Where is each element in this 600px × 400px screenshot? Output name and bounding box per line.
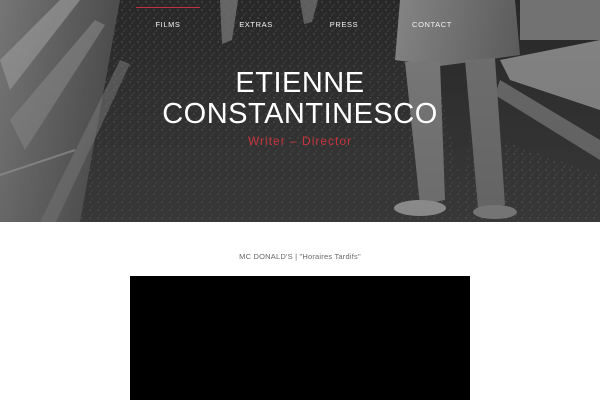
site-subtitle: Writer – Director — [247, 134, 353, 148]
film-caption: MC DONALD'S | "Horaires Tardifs" — [239, 252, 361, 261]
main-nav: FILMS EXTRAS PRESS CONTACT — [0, 0, 600, 40]
nav-item-press[interactable]: PRESS — [322, 0, 366, 40]
nav-item-contact[interactable]: CONTACT — [410, 0, 454, 40]
hero-banner: FILMS EXTRAS PRESS CONTACT ETIENNE CONST… — [0, 0, 600, 222]
site-title-first-name: ETIENNE — [235, 67, 365, 99]
nav-item-extras[interactable]: EXTRAS — [234, 0, 278, 40]
video-player[interactable] — [130, 276, 470, 400]
nav-item-films[interactable]: FILMS — [136, 0, 200, 40]
site-title-last-name: CONSTANTINESCO — [162, 98, 438, 130]
